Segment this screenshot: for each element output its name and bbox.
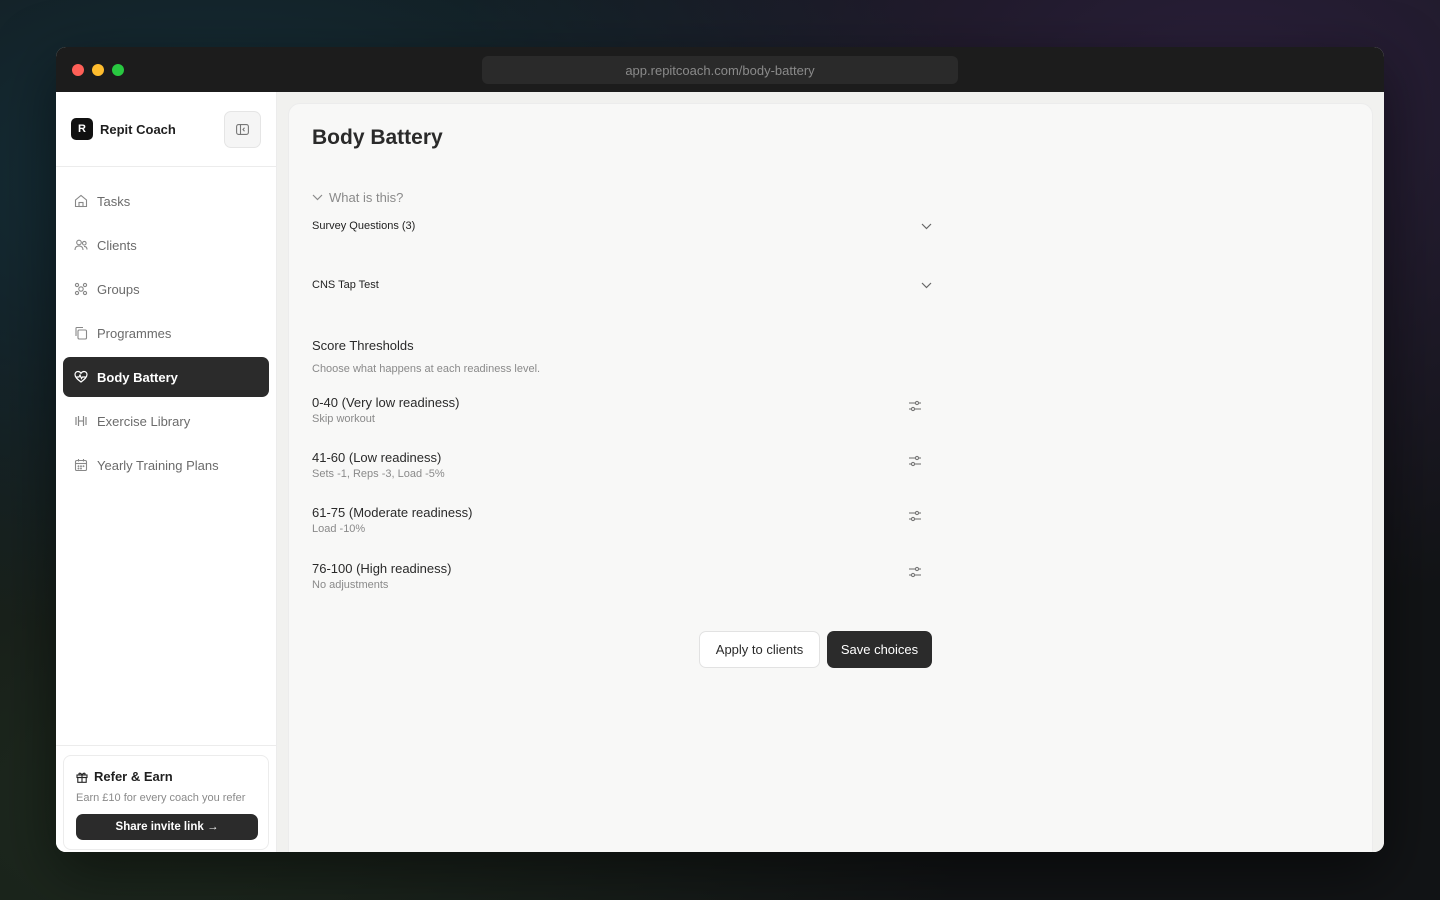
home-icon [73,194,88,209]
window-controls [72,63,124,76]
what-is-this-toggle[interactable]: What is this? [312,190,403,205]
repit-logo-icon: R [71,118,93,140]
cns-tap-test-accordion[interactable]: CNS Tap Test [312,279,932,291]
browser-window: app.repitcoach.com/body-battery R Repit … [56,47,1384,852]
threshold-range: 0-40 (Very low readiness) [312,395,460,410]
groups-icon [73,282,88,297]
sidebar-item-groups[interactable]: Groups [63,269,269,309]
sidebar-divider [56,745,277,746]
minimize-window-button[interactable] [92,63,104,76]
sidebar-item-label: Groups [97,281,140,297]
sidebar: R Repit Coach Tasks Clients Groups Progr… [56,92,277,852]
threshold-row: 76-100 (High readiness) No adjustments [312,561,922,597]
calendar-icon [73,458,88,473]
gift-icon [76,771,88,783]
threshold-action: No adjustments [312,579,389,591]
sidebar-item-label: Exercise Library [97,413,191,429]
close-window-button[interactable] [72,63,84,76]
sidebar-item-label: Programmes [97,325,172,341]
threshold-action: Skip workout [312,413,375,425]
apply-to-clients-button[interactable]: Apply to clients [699,631,820,668]
sidebar-nav: Tasks Clients Groups Programmes Body Bat… [56,167,276,485]
sliders-icon[interactable] [908,454,922,473]
score-thresholds-subtitle: Choose what happens at each readiness le… [312,363,541,375]
refer-card: Refer & Earn Earn £10 for every coach yo… [63,755,269,850]
page-title: Body Battery [312,126,443,149]
share-invite-link-button[interactable]: Share invite link → [76,814,258,840]
sidebar-item-clients[interactable]: Clients [63,225,269,265]
accordion-label: CNS Tap Test [312,279,379,291]
what-is-this-label: What is this? [329,190,404,205]
sliders-icon[interactable] [908,565,922,584]
main-wrapper: Body Battery What is this? Survey Questi… [277,92,1384,852]
heart-pulse-icon [73,370,88,385]
brand-header: R Repit Coach [56,92,276,167]
browser-titlebar: app.repitcoach.com/body-battery [56,47,1384,92]
save-choices-button[interactable]: Save choices [827,631,932,668]
sidebar-item-tasks[interactable]: Tasks [63,181,269,221]
threshold-row: 0-40 (Very low readiness) Skip workout [312,395,922,431]
sidebar-item-programmes[interactable]: Programmes [63,313,269,353]
copy-icon [73,326,88,341]
refer-title: Refer & Earn [94,769,173,784]
sidebar-item-yearly-training-plans[interactable]: Yearly Training Plans [63,445,269,485]
sidebar-item-label: Body Battery [97,369,178,385]
sidebar-item-body-battery[interactable]: Body Battery [63,357,269,397]
sidebar-item-label: Yearly Training Plans [97,457,219,473]
sliders-icon[interactable] [908,399,922,418]
sidebar-panel-icon [236,124,249,135]
chevron-down-icon [921,223,932,230]
sidebar-item-label: Tasks [97,193,131,209]
users-icon [73,238,88,253]
threshold-row: 41-60 (Low readiness) Sets -1, Reps -3, … [312,450,922,486]
sidebar-item-label: Clients [97,237,137,253]
score-thresholds-title: Score Thresholds [312,338,414,353]
threshold-action: Sets -1, Reps -3, Load -5% [312,468,445,480]
maximize-window-button[interactable] [112,63,124,76]
main-panel: Body Battery What is this? Survey Questi… [288,103,1373,852]
brand-name: Repit Coach [100,121,176,137]
sliders-icon[interactable] [908,509,922,528]
accordion-label: Survey Questions (3) [312,220,416,232]
threshold-range: 61-75 (Moderate readiness) [312,505,473,520]
sidebar-toggle-button[interactable] [224,111,261,148]
threshold-range: 76-100 (High readiness) [312,561,452,576]
address-bar[interactable]: app.repitcoach.com/body-battery [482,56,958,84]
refer-title-row: Refer & Earn [76,769,256,784]
refer-subtitle: Earn £10 for every coach you refer [76,792,246,804]
threshold-action: Load -10% [312,523,366,535]
sidebar-item-exercise-library[interactable]: Exercise Library [63,401,269,441]
chevron-down-icon [312,194,323,201]
threshold-row: 61-75 (Moderate readiness) Load -10% [312,505,922,541]
dumbbell-icon [73,414,88,429]
threshold-range: 41-60 (Low readiness) [312,450,442,465]
survey-questions-accordion[interactable]: Survey Questions (3) [312,220,932,232]
chevron-down-icon [921,282,932,289]
